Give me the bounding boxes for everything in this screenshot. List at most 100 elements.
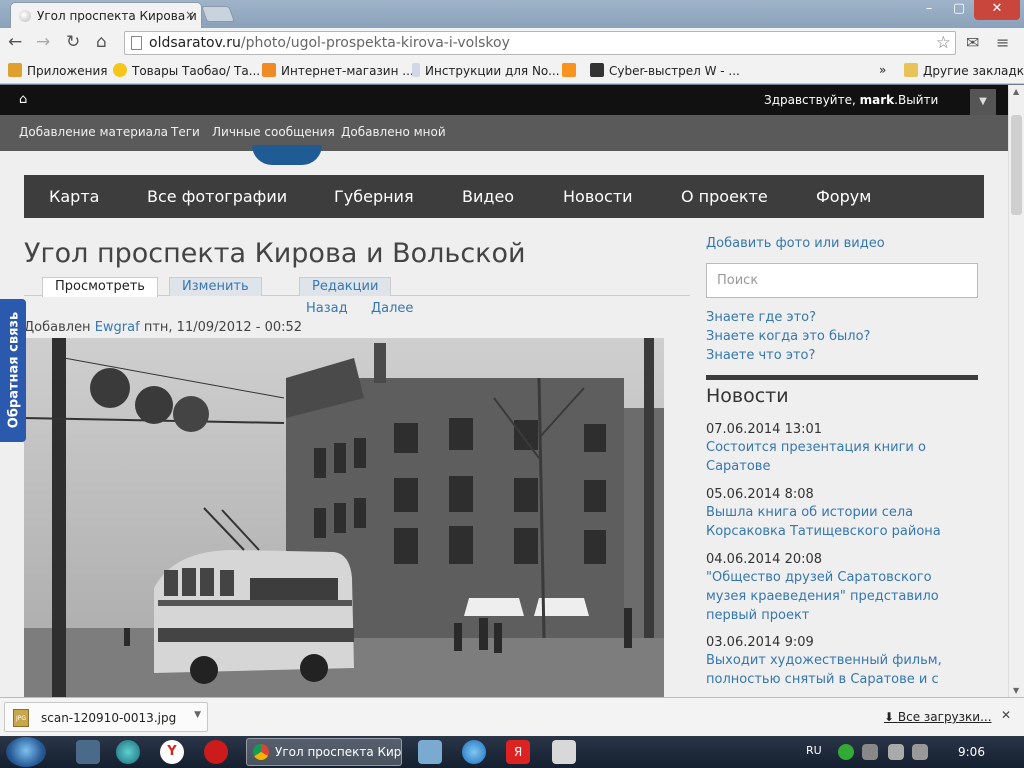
tab-edit[interactable]: Изменить [169,277,262,296]
download-menu-arrow-icon[interactable]: ▼ [194,710,201,720]
system-clock[interactable]: 9:06 [958,745,985,759]
know-where-link[interactable]: Знаете где это? [706,310,816,325]
browser-tab-active[interactable]: Угол проспекта Кирова и × [10,2,202,28]
bookmark-apps[interactable]: Приложения [8,63,108,78]
speaker-icon[interactable] [552,740,576,764]
historical-photo[interactable] [24,338,664,697]
nav-map[interactable]: Карта [49,187,99,206]
add-content-link[interactable]: Добавление материала [19,125,168,139]
close-window-button[interactable]: ✕ [974,0,1020,20]
volume-icon[interactable] [912,744,928,760]
bookmark-internet-shop[interactable]: Интернет-магазин ... [262,63,414,78]
nav-video[interactable]: Видео [462,187,514,206]
bookmark-label: Товары Таобао/ Та... [132,64,261,78]
search-input[interactable]: Поиск [706,263,978,298]
scrollbar-thumb[interactable] [1011,115,1022,215]
network-icon[interactable] [888,744,904,760]
odnoklassniki-icon [562,63,576,77]
news-date: 07.06.2014 13:01 [706,422,823,437]
add-photo-video-link[interactable]: Добавить фото или видео [706,236,885,251]
address-bar[interactable]: oldsaratov.ru/photo/ugol-prospekta-kirov… [124,31,956,55]
language-indicator[interactable]: RU [806,744,822,757]
bookmark-odnoklassniki[interactable] [562,63,581,78]
know-when-link[interactable]: Знаете когда это было? [706,329,870,344]
reload-icon[interactable]: ↻ [66,32,80,52]
home-icon[interactable]: ⌂ [96,32,107,52]
news-link[interactable]: Выходит художественный фильм, полностью … [706,651,956,689]
chrome-icon [253,744,269,760]
bookmark-label: Другие закладки [923,64,1024,78]
tab-close-icon[interactable]: × [185,8,195,22]
tags-link[interactable]: Теги [171,125,200,139]
street-photo-image [24,338,664,697]
know-what-link[interactable]: Знаете что это? [706,348,815,363]
bookmarks-more[interactable]: » [879,63,886,77]
taskbar-app-icon[interactable] [418,740,442,764]
prev-link[interactable]: Назад [306,301,348,316]
news-link[interactable]: Вышла книга об истории села Корсаковка Т… [706,503,956,541]
internet-explorer-icon[interactable] [462,740,486,764]
admin-home-icon[interactable]: ⌂ [19,92,27,107]
minimize-button[interactable]: – [914,0,944,20]
page-scrollbar[interactable]: ▲ ▼ [1008,85,1024,697]
scroll-up-arrow-icon[interactable]: ▲ [1013,87,1019,96]
news-heading: Новости [706,385,789,407]
bookmark-instructions[interactable]: Инструкции для No... [412,63,560,78]
tray-app-icon[interactable] [862,744,878,760]
taskbar-window-title: Угол проспекта Кир... [275,745,402,759]
mail-icon[interactable]: ✉ [966,33,979,52]
nav-forum[interactable]: Форум [816,187,871,206]
author-link[interactable]: Ewgraf [95,320,140,335]
nav-news[interactable]: Новости [563,187,633,206]
site-logo[interactable] [252,145,322,165]
private-messages-link[interactable]: Личные сообщения [212,125,335,139]
tray-app-icon[interactable] [838,744,854,760]
tab-view[interactable]: Просмотреть [42,277,158,297]
nav-about[interactable]: О проекте [681,187,768,206]
tab-revisions[interactable]: Редакции [299,277,392,296]
feedback-tab[interactable]: Обратная связь [0,299,26,442]
logout-link[interactable]: Выйти [898,93,938,107]
news-link[interactable]: Состоится презентация книги о Саратове [706,438,956,476]
web-page: ⌂ Здравствуйте, mark. Выйти ▼ Добавление… [0,85,1008,697]
scroll-down-arrow-icon[interactable]: ▼ [1013,686,1019,695]
feedback-label: Обратная связь [6,311,22,429]
username[interactable]: mark [860,93,895,107]
window-controls: – ▢ ✕ [914,0,1020,20]
download-item[interactable]: JPG scan-120910-0013.jpg ▼ [4,702,208,732]
windows-taskbar: Y Угол проспекта Кир... Я RU 9:06 [0,736,1024,768]
greeting-text: Здравствуйте, [764,93,856,107]
bookmark-taobao[interactable]: Товары Таобао/ Та... [113,63,260,78]
taobao-icon [113,63,127,77]
opera-icon[interactable] [204,740,228,764]
all-downloads-link[interactable]: ⬇ Все загрузки... [884,710,992,724]
menu-icon[interactable]: ≡ [996,33,1009,52]
url-host: oldsaratov.ru [149,35,241,51]
maximize-button[interactable]: ▢ [944,0,974,20]
back-arrow-icon[interactable]: ← [8,32,22,52]
taskbar-chrome-window[interactable]: Угол проспекта Кир... [246,738,402,766]
download-shelf: JPG scan-120910-0013.jpg ▼ ⬇ Все загрузк… [0,697,1024,736]
close-download-shelf-icon[interactable]: ✕ [1001,708,1011,722]
start-button[interactable] [6,737,46,767]
nav-all-photos[interactable]: Все фотографии [147,187,287,206]
forward-arrow-icon[interactable]: → [36,32,50,52]
taskbar-app-icon[interactable] [116,740,140,764]
nav-province[interactable]: Губерния [334,187,414,206]
bookmark-cyber[interactable]: Cyber-выстрел W - ... [590,63,740,78]
yandex-icon[interactable]: Я [506,740,530,764]
apps-grid-icon [8,63,22,77]
admin-sub-bar: Добавление материала Теги Личные сообщен… [0,115,1008,151]
news-link[interactable]: "Общество друзей Саратовского музея крае… [706,568,956,625]
new-tab-button[interactable] [201,6,235,22]
yandex-browser-icon[interactable]: Y [160,740,184,764]
admin-dropdown-button[interactable]: ▼ [970,89,996,115]
bookmark-star-icon[interactable]: ☆ [936,33,951,53]
page-favicon-icon [19,10,31,22]
bookmark-other[interactable]: Другие закладки [904,63,1024,78]
submitted-info: Добавлен Ewgraf птн, 11/09/2012 - 00:52 [24,320,302,335]
next-link[interactable]: Далее [371,301,413,316]
added-by-me-link[interactable]: Добавлено мной [341,125,446,139]
taskbar-app-icon[interactable] [76,740,100,764]
page-document-icon [131,36,142,50]
